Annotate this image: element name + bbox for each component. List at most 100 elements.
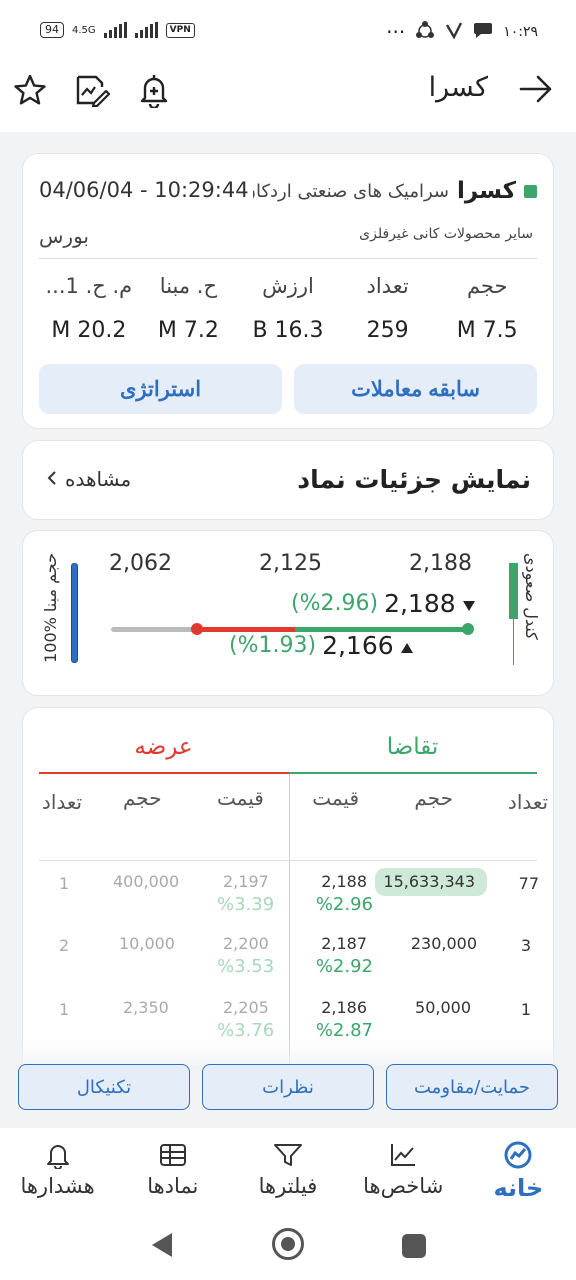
symbols-icon bbox=[158, 1142, 188, 1168]
chat-icon bbox=[473, 21, 493, 43]
signal-icon bbox=[134, 22, 158, 38]
industry-name: سایر محصولات کانی غیرفلزی bbox=[359, 226, 533, 242]
bell-icon bbox=[43, 1142, 73, 1169]
system-navigation bbox=[0, 1210, 576, 1280]
nav-item-filters[interactable]: فیلترها bbox=[230, 1128, 345, 1210]
stat-base-volume: ح. مبنا 7.2 M bbox=[139, 274, 239, 343]
buy-volume: 15,633,343 bbox=[383, 872, 475, 891]
sell-price: 2,200 bbox=[223, 934, 269, 953]
scale-low: 2,062 bbox=[109, 551, 172, 576]
symbol-details-card[interactable]: نمایش جزئیات نماد مشاهده bbox=[22, 440, 554, 520]
app-header: کسرا bbox=[0, 62, 576, 132]
buy-percent: %2.87 bbox=[315, 1020, 373, 1041]
page-title: کسرا bbox=[428, 72, 488, 103]
sell-count-header: تعداد bbox=[41, 790, 83, 814]
details-title: نمایش جزئیات نماد bbox=[297, 465, 531, 494]
stat-count: تعداد 259 bbox=[338, 274, 438, 343]
market-name: بورس bbox=[39, 224, 89, 248]
stat-value: 20.2 M bbox=[51, 318, 127, 343]
nav-item-indices[interactable]: شاخص‌ها bbox=[346, 1128, 461, 1210]
last-price-marker bbox=[462, 623, 474, 635]
home-button-icon[interactable] bbox=[272, 1228, 304, 1260]
sell-percent: %3.39 bbox=[217, 894, 275, 915]
last-update-datetime: 04/06/04 - 10:29:44 bbox=[39, 178, 253, 202]
edit-chart-icon[interactable] bbox=[74, 72, 110, 108]
home-icon bbox=[503, 1141, 533, 1169]
sell-price: 2,205 bbox=[223, 998, 269, 1017]
arrow-right-icon[interactable] bbox=[518, 74, 554, 104]
close-price: (%1.93) 2,166 bbox=[229, 631, 414, 660]
bottom-navigation: خانه شاخص‌ها فیلترها نمادها هشدارها bbox=[0, 1128, 576, 1210]
view-link[interactable]: مشاهده bbox=[47, 467, 131, 491]
nav-item-alerts[interactable]: هشدارها bbox=[0, 1128, 115, 1210]
buy-count: 3 bbox=[520, 936, 531, 955]
support-resistance-button[interactable]: حمایت/مقاومت bbox=[386, 1064, 558, 1110]
star-icon[interactable] bbox=[12, 72, 48, 108]
nav-item-home[interactable]: خانه bbox=[461, 1128, 576, 1210]
base-volume-bar bbox=[71, 563, 78, 663]
sell-price: 2,197 bbox=[223, 872, 269, 891]
vpn-badge: VPN bbox=[165, 22, 195, 38]
tab-buy-orders[interactable]: تقاضا bbox=[288, 728, 537, 774]
chevron-left-icon bbox=[47, 467, 57, 491]
last-price: (%2.96) 2,188 bbox=[291, 589, 476, 618]
view-link-label: مشاهده bbox=[65, 467, 132, 491]
last-price-value: 2,188 bbox=[384, 589, 456, 618]
back-icon[interactable] bbox=[150, 1232, 174, 1262]
status-bar: 94 4.5G VPN ··· ۱۰:۲۹ bbox=[0, 0, 576, 62]
triangle-down-icon bbox=[462, 589, 476, 618]
buy-price: 2,187 bbox=[321, 934, 367, 953]
technical-button[interactable]: تکنیکال bbox=[18, 1064, 190, 1110]
buy-volume-header: حجم bbox=[414, 786, 453, 810]
trade-history-button[interactable]: سابقه معاملات bbox=[294, 364, 537, 414]
add-alert-icon[interactable] bbox=[136, 72, 172, 108]
recent-apps-icon[interactable] bbox=[402, 1234, 426, 1258]
order-book-divider bbox=[289, 774, 290, 1066]
buy-count: 77 bbox=[518, 874, 539, 893]
last-price-percent: (%2.96) bbox=[291, 591, 379, 616]
symbol-name: کسرا bbox=[457, 178, 516, 204]
sell-count: 1 bbox=[59, 1000, 70, 1019]
clock-time: ۱۰:۲۹ bbox=[503, 24, 538, 40]
action-chips: حمایت/مقاومت نظرات تکنیکال bbox=[18, 1064, 558, 1110]
base-volume-label: 100% حجم مبنا bbox=[41, 553, 60, 663]
nav-label: نمادها bbox=[147, 1174, 199, 1198]
buy-percent: %2.96 bbox=[315, 894, 373, 915]
comments-button[interactable]: نظرات bbox=[202, 1064, 374, 1110]
sell-percent: %3.53 bbox=[217, 956, 275, 977]
stat-volume: حجم 7.5 M bbox=[437, 274, 537, 343]
buy-volume: 50,000 bbox=[415, 998, 471, 1017]
order-book-card: تقاضا عرضه تعداد حجم قیمت قیمت حجم تعداد… bbox=[22, 707, 554, 1067]
sell-price-header: قیمت bbox=[217, 786, 264, 810]
scale-high: 2,188 bbox=[409, 551, 472, 576]
more-notifications-icon: ··· bbox=[386, 20, 406, 44]
nav-label: خانه bbox=[493, 1174, 544, 1202]
nav-label: هشدارها bbox=[20, 1174, 95, 1198]
close-price-value: 2,166 bbox=[322, 631, 394, 660]
candle-body bbox=[509, 563, 518, 619]
signal-icon bbox=[103, 22, 127, 38]
stat-value: 16.3 B bbox=[252, 318, 324, 343]
sell-volume-header: حجم bbox=[123, 786, 162, 810]
buy-count: 1 bbox=[520, 1000, 531, 1019]
strategy-button[interactable]: استراتژی bbox=[39, 364, 282, 414]
status-dot bbox=[524, 184, 537, 198]
sell-count: 1 bbox=[59, 874, 70, 893]
candle-label: کندل صعودی bbox=[522, 553, 541, 640]
sell-volume: 2,350 bbox=[123, 998, 169, 1017]
divider bbox=[39, 258, 537, 259]
tab-sell-orders[interactable]: عرضه bbox=[39, 728, 288, 774]
sell-volume: 400,000 bbox=[113, 872, 180, 891]
nav-item-symbols[interactable]: نمادها bbox=[115, 1128, 230, 1210]
price-range-card: کندل صعودی 100% حجم مبنا 2,188 2,125 2,0… bbox=[22, 530, 554, 696]
sync-icon bbox=[415, 20, 435, 44]
stat-label: تعداد bbox=[366, 274, 409, 298]
sell-volume: 10,000 bbox=[119, 934, 175, 953]
stat-label: ارزش bbox=[262, 274, 314, 298]
battery-indicator: 94 bbox=[40, 22, 64, 38]
filter-icon bbox=[273, 1142, 303, 1168]
stat-value-traded: ارزش 16.3 B bbox=[238, 274, 338, 343]
stat-value: 259 bbox=[366, 318, 409, 343]
stats-row: حجم 7.5 M تعداد 259 ارزش 16.3 B ح. مبنا … bbox=[39, 274, 537, 343]
close-price-marker bbox=[191, 623, 203, 635]
